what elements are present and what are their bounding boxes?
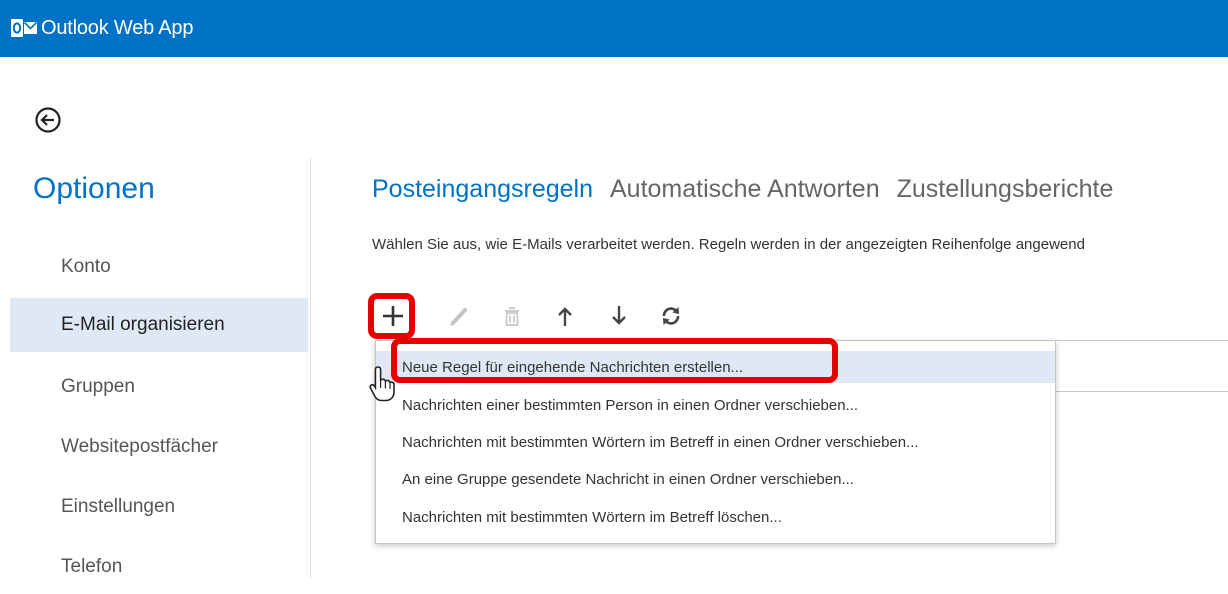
new-rule-dropdown-menu: Neue Regel für eingehende Nachrichten er… (375, 340, 1056, 544)
sidebar-item-label: Einstellungen (61, 496, 176, 517)
sidebar-item-telefon[interactable]: Telefon (10, 540, 308, 594)
menu-item-move-from-person[interactable]: Nachrichten einer bestimmten Person in e… (376, 389, 1055, 421)
menu-item-delete-by-subject-words[interactable]: Nachrichten mit bestimmten Wörtern im Be… (376, 501, 1055, 533)
menu-item-move-sent-to-group[interactable]: An eine Gruppe gesendete Nachricht in ei… (376, 463, 1055, 495)
sidebar-item-label: E-Mail organisieren (61, 314, 225, 335)
sidebar-item-label: Konto (61, 256, 111, 277)
arrow-down-icon[interactable] (604, 301, 634, 331)
sidebar-item-label: Telefon (61, 556, 123, 577)
sidebar-divider (310, 158, 311, 578)
trash-icon[interactable] (497, 301, 527, 331)
arrow-up-icon[interactable] (550, 301, 580, 331)
menu-item-label: Nachrichten einer bestimmten Person in e… (402, 396, 859, 414)
pencil-icon[interactable] (444, 301, 474, 331)
rules-description: Wählen Sie aus, wie E-Mails verarbeitet … (372, 236, 1085, 253)
sidebar-item-gruppen[interactable]: Gruppen (10, 360, 308, 414)
plus-icon[interactable] (378, 301, 408, 331)
menu-item-new-incoming-rule[interactable]: Neue Regel für eingehende Nachrichten er… (376, 351, 1055, 383)
menu-item-label: Nachrichten mit bestimmten Wörtern im Be… (402, 433, 919, 451)
sidebar-item-label: Websitepostfächer (61, 436, 219, 457)
tab-automatische-antworten[interactable]: Automatische Antworten (610, 175, 880, 204)
options-title: Optionen (33, 172, 155, 205)
sidebar-item-label: Gruppen (61, 376, 135, 397)
outlook-logo-icon (11, 19, 37, 37)
tab-bar: Posteingangsregeln Automatische Antworte… (372, 175, 1130, 204)
menu-item-move-by-subject-words[interactable]: Nachrichten mit bestimmten Wörtern im Be… (376, 426, 1055, 458)
back-arrow-circle-icon[interactable] (33, 105, 63, 135)
sidebar-item-konto[interactable]: Konto (10, 240, 308, 294)
menu-item-label: Nachrichten mit bestimmten Wörtern im Be… (402, 508, 782, 526)
menu-item-label: Neue Regel für eingehende Nachrichten er… (402, 358, 744, 376)
sidebar-item-email-organisieren[interactable]: E-Mail organisieren (10, 298, 308, 352)
top-bar: Outlook Web App (0, 0, 1228, 57)
hand-cursor-icon (369, 366, 395, 402)
sidebar-item-einstellungen[interactable]: Einstellungen (10, 480, 308, 534)
tab-posteingangsregeln[interactable]: Posteingangsregeln (372, 175, 593, 204)
app-title: Outlook Web App (41, 17, 194, 39)
tab-zustellungsberichte[interactable]: Zustellungsberichte (897, 175, 1114, 204)
sidebar-item-websitepostfaecher[interactable]: Websitepostfächer (10, 420, 308, 474)
menu-item-label: An eine Gruppe gesendete Nachricht in ei… (402, 470, 854, 488)
refresh-icon[interactable] (656, 301, 686, 331)
